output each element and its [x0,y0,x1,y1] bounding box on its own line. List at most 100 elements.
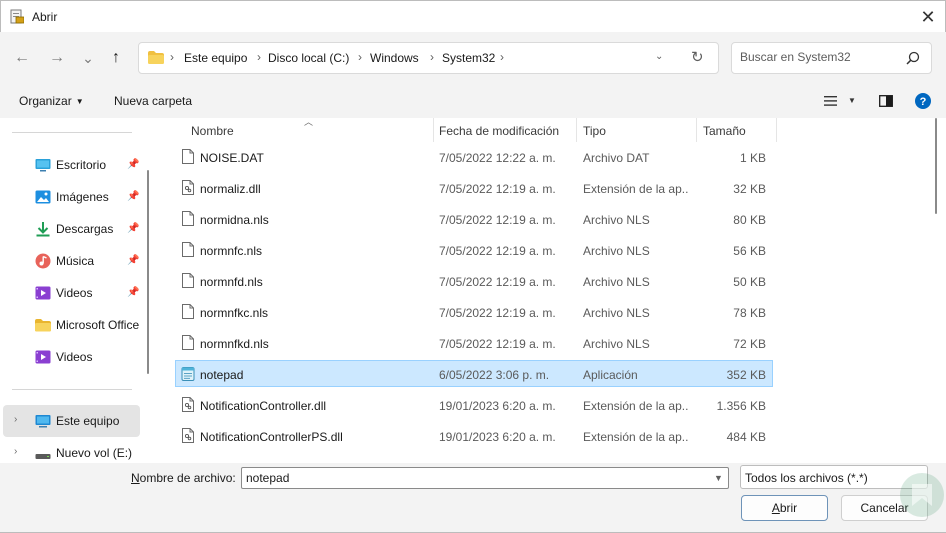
file-row[interactable]: normnfc.nls 7/05/2022 12:19 a. m. Archivo … [175,236,773,263]
file-size: 1 KB [739,151,766,165]
sidebar-item-musica[interactable]: Música 📌 [3,245,140,277]
sidebar-item-videos-2[interactable]: Videos [3,341,140,373]
file-row[interactable]: normnfkc.nls 7/05/2022 12:19 a. m. Archivo… [175,298,773,325]
caret-down-icon: ▼ [75,97,84,106]
refresh-icon[interactable]: ↻ [691,48,704,66]
search-icon[interactable] [906,51,920,65]
file-date: 7/05/2022 12:19 a. m. [439,244,556,258]
sidebar-item-label: Música [56,254,95,268]
help-icon[interactable]: ? [915,93,931,109]
pin-icon[interactable]: 📌 [127,191,139,202]
expand-chevron-icon[interactable]: › [14,446,17,457]
new-folder-button[interactable]: Nueva carpeta [114,94,192,108]
filename-field[interactable]: ▼ [241,467,729,489]
sidebar-item-escritorio[interactable]: Escritorio 📌 [3,149,140,181]
file-row[interactable]: NOISE.DAT 7/05/2022 12:22 a. m. Archivo DA… [175,143,773,170]
file-row[interactable]: normnfkd.nls 7/05/2022 12:19 a. m. Archivo… [175,329,773,356]
download-icon [36,222,50,237]
column-header-label: Tamaño [703,124,746,138]
file-name: normaliz.dll [200,182,261,196]
file-name: NOISE.DAT [200,151,264,165]
column-header-name[interactable]: Nombre ︿ [175,117,434,142]
videos-icon [35,286,51,300]
column-header-date[interactable]: Fecha de modificación [434,118,577,142]
app-icon [10,9,24,24]
organize-button[interactable]: Organizar ▼ [19,94,84,108]
address-history-chevron-icon[interactable]: ⌄ [655,51,663,62]
file-size: 72 KB [733,337,766,351]
expand-chevron-icon[interactable]: › [14,414,17,425]
search-box[interactable] [731,42,932,74]
title-bar: Abrir ✕ [0,0,946,32]
file-name: NotificationControllerPS.dll [200,430,343,444]
pin-icon[interactable]: 📌 [127,159,139,170]
view-options-caret-icon[interactable]: ▼ [848,96,856,105]
sidebar-item-label: Escritorio [56,158,107,172]
window-title: Abrir [32,10,58,24]
file-icon [182,149,194,164]
search-input[interactable] [740,50,900,64]
sidebar-item-imagenes[interactable]: Imágenes 📌 [3,181,140,213]
file-type: Extensión de la ap... [583,430,689,444]
main-area: Escritorio 📌 Imágenes 📌 Descargas 📌 Músi… [0,117,946,463]
preview-pane-icon[interactable] [879,95,893,107]
file-row[interactable]: normidna.nls 7/05/2022 12:19 a. m. Archivo… [175,205,773,232]
file-type: Aplicación [583,368,638,382]
column-header-label: Nombre [191,124,234,138]
pin-icon[interactable]: 📌 [127,223,139,234]
forward-arrow-icon[interactable]: → [45,46,69,70]
pin-icon[interactable]: 📌 [127,255,139,266]
view-options-icon[interactable] [824,96,837,106]
file-date: 7/05/2022 12:19 a. m. [439,306,556,320]
breadcrumb-system32[interactable]: System32 [442,51,495,65]
file-date: 19/01/2023 6:20 a. m. [439,399,556,413]
file-type-value: Todos los archivos (*.*) [745,471,868,485]
pin-icon[interactable]: 📌 [127,287,139,298]
filename-input[interactable] [246,471,696,485]
up-arrow-icon[interactable]: ↑ [104,46,128,70]
file-icon [182,335,194,350]
address-bar[interactable]: › Este equipo › Disco local (C:) › Windo… [138,42,719,74]
file-row[interactable]: normnfd.nls 7/05/2022 12:19 a. m. Archivo … [175,267,773,294]
folder-icon [35,319,51,332]
sidebar-item-label: Videos [56,286,93,300]
sidebar-item-este-equipo[interactable]: › Este equipo [3,405,140,437]
file-date: 7/05/2022 12:19 a. m. [439,337,556,351]
back-arrow-icon[interactable]: ← [10,46,34,70]
file-type: Archivo NLS [583,275,650,289]
filename-label: Nombre de archivo: [131,471,236,485]
file-icon [182,304,194,319]
sidebar-item-label: Videos [56,350,93,364]
breadcrumb-disco-local[interactable]: Disco local (C:) [268,51,349,65]
sidebar-item-descargas[interactable]: Descargas 📌 [3,213,140,245]
column-header-type[interactable]: Tipo [577,118,697,142]
open-button[interactable]: Abrir [741,495,828,521]
breadcrumb-windows[interactable]: Windows [370,51,419,65]
sidebar-scrollbar[interactable] [147,170,149,374]
music-icon [35,253,51,269]
file-list-scrollbar[interactable] [935,118,937,214]
file-row[interactable]: NotificationController.dll 19/01/2023 6:2… [175,391,773,418]
file-date: 7/05/2022 12:22 a. m. [439,151,556,165]
pictures-icon [35,190,51,204]
file-row[interactable]: notepad 6/05/2022 3:06 p. m. Aplicación 352… [175,360,773,387]
sidebar-item-label: Imágenes [56,190,109,204]
sidebar-item-microsoft-office[interactable]: Microsoft Office [3,309,140,341]
close-icon[interactable]: ✕ [913,5,943,29]
sidebar-item-videos[interactable]: Videos 📌 [3,277,140,309]
breadcrumb-este-equipo[interactable]: Este equipo [184,51,247,65]
sidebar-divider [12,389,132,390]
file-type: Extensión de la ap... [583,399,689,413]
file-size: 80 KB [733,213,766,227]
column-header-label: Tipo [583,124,606,138]
filename-label-text: ombre de archivo: [139,471,236,485]
sidebar-item-nuevo-vol[interactable]: › Nuevo vol (E:) [3,437,140,463]
file-row[interactable]: normaliz.dll 7/05/2022 12:19 a. m. Extensi… [175,174,773,201]
drive-icon [35,454,51,459]
filename-history-chevron-icon[interactable]: ▼ [714,473,723,483]
column-header-size[interactable]: Tamaño [697,118,777,142]
file-name: normidna.nls [200,213,269,227]
file-size: 78 KB [733,306,766,320]
file-row[interactable]: NotificationControllerPS.dll 19/01/2023 6… [175,422,773,449]
recent-locations-chevron-icon[interactable]: ⌄ [76,46,100,70]
